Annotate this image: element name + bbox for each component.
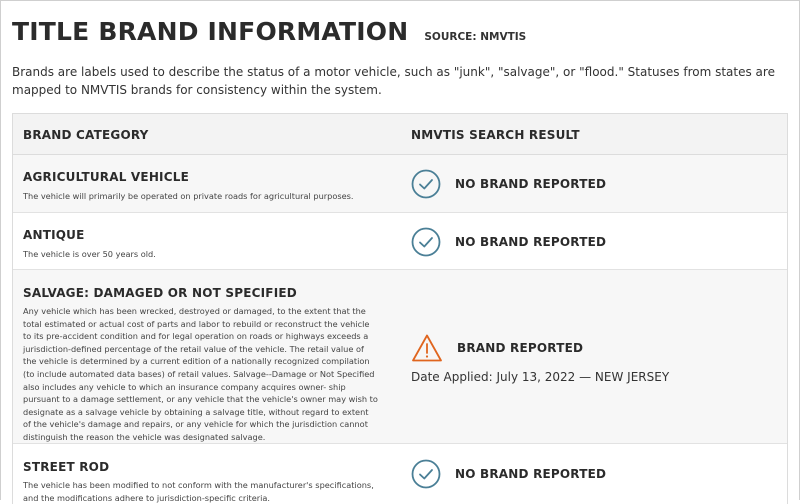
search-result: NO BRAND REPORTED bbox=[411, 169, 606, 199]
table-row: STREET ROD The vehicle has been modified… bbox=[13, 444, 787, 504]
intro-text: Brands are labels used to describe the s… bbox=[12, 65, 775, 97]
check-circle-icon bbox=[411, 169, 441, 199]
date-applied: Date Applied: July 13, 2022 — NEW JERSEY bbox=[411, 370, 670, 384]
brand-category-title: ANTIQUE bbox=[23, 228, 85, 242]
table-header: BRAND CATEGORY NMVTIS SEARCH RESULT bbox=[13, 114, 787, 155]
search-result: NO BRAND REPORTED bbox=[411, 459, 606, 489]
brand-table: BRAND CATEGORY NMVTIS SEARCH RESULT AGRI… bbox=[12, 113, 788, 504]
column-header-result: NMVTIS SEARCH RESULT bbox=[411, 128, 580, 142]
warning-triangle-icon bbox=[412, 334, 442, 362]
search-result: BRAND REPORTED bbox=[411, 333, 583, 363]
brand-category-description: The vehicle has been modified to not con… bbox=[23, 480, 374, 503]
check-circle-icon bbox=[411, 459, 441, 489]
table-row: AGRICULTURAL VEHICLE The vehicle will pr… bbox=[13, 155, 787, 213]
search-result: NO BRAND REPORTED bbox=[411, 227, 606, 257]
source-label: SOURCE: NMVTIS bbox=[424, 31, 527, 43]
brand-category-title: STREET ROD bbox=[23, 460, 110, 474]
table-row: SALVAGE: DAMAGED OR NOT SPECIFIED Any ve… bbox=[13, 270, 787, 444]
title-row: TITLE BRAND INFORMATION SOURCE: NMVTIS bbox=[12, 17, 526, 46]
table-row: ANTIQUE The vehicle is over 50 years old… bbox=[13, 213, 787, 270]
brand-category-title: SALVAGE: DAMAGED OR NOT SPECIFIED bbox=[23, 286, 297, 300]
result-label: NO BRAND REPORTED bbox=[455, 235, 607, 249]
result-label: NO BRAND REPORTED bbox=[455, 467, 607, 481]
brand-category-description: The vehicle will primarily be operated o… bbox=[23, 191, 354, 201]
check-circle-icon bbox=[411, 227, 441, 257]
result-label: BRAND REPORTED bbox=[457, 341, 584, 355]
brand-category-description: Any vehicle which has been wrecked, dest… bbox=[23, 306, 378, 442]
brand-category-description: The vehicle is over 50 years old. bbox=[23, 249, 156, 259]
column-header-category: BRAND CATEGORY bbox=[23, 128, 149, 142]
page-title: TITLE BRAND INFORMATION bbox=[12, 17, 409, 46]
result-label: NO BRAND REPORTED bbox=[455, 177, 607, 191]
brand-category-title: AGRICULTURAL VEHICLE bbox=[23, 170, 189, 184]
